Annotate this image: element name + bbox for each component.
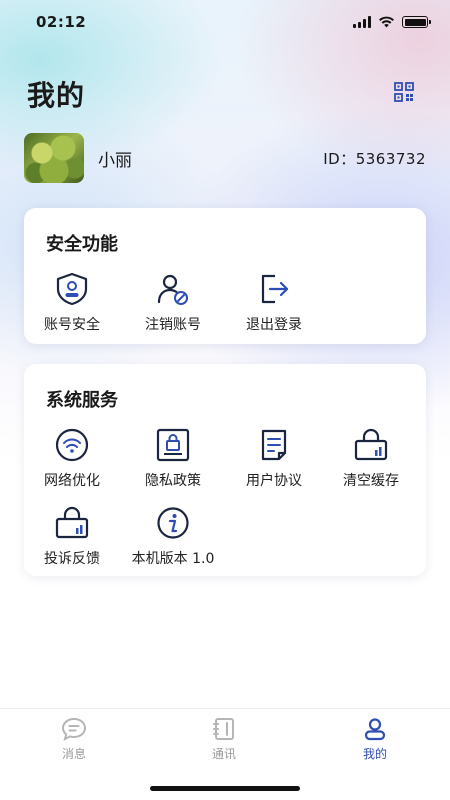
tab-mine[interactable]: 我的 [325,717,425,762]
shield-user-icon [55,272,89,306]
wifi-icon [55,428,89,462]
tab-contacts-label: 通讯 [211,747,236,761]
security-card-title: 安全功能 [46,234,118,255]
chat-icon [61,717,87,741]
document-icon [257,428,291,462]
logout-button[interactable]: 退出登录 [224,272,324,334]
status-bar: 02:12 [0,0,450,44]
lock-bag-icon [55,506,89,540]
account-security-label: 账号安全 [44,317,100,333]
wifi-icon [379,16,394,28]
cancel-account-button[interactable]: 注销账号 [123,272,223,334]
clear-cache-button[interactable]: 清空缓存 [321,428,421,490]
complaint-feedback-button[interactable]: 投诉反馈 [22,506,122,568]
qr-code-icon[interactable] [394,82,414,102]
tab-contacts[interactable]: 通讯 [174,717,274,762]
privacy-policy-label: 隐私政策 [145,473,201,489]
user-id: ID：5363732 [323,149,426,168]
app-version-label: 本机版本 1.0 [131,551,215,567]
services-card: 系统服务 网络优化 隐私政策 用户协议 清空缓存 投诉反馈 本机版本 1.0 [24,364,426,576]
app-version-button[interactable]: 本机版本 1.0 [123,506,223,568]
home-indicator [150,786,300,791]
network-optimize-button[interactable]: 网络优化 [22,428,122,490]
lock-bag-icon [354,428,388,462]
user-remove-icon [156,272,190,306]
account-security-button[interactable]: 账号安全 [22,272,122,334]
user-agreement-label: 用户协议 [246,473,302,489]
network-optimize-label: 网络优化 [44,473,100,489]
user-name: 小丽 [98,150,132,171]
logout-icon [257,272,291,306]
user-agreement-button[interactable]: 用户协议 [224,428,324,490]
privacy-policy-button[interactable]: 隐私政策 [123,428,223,490]
logout-label: 退出登录 [246,317,302,333]
status-icons [353,16,431,28]
battery-icon [402,16,431,28]
contacts-book-icon [213,718,234,740]
status-time: 02:12 [36,13,87,31]
profile-row[interactable]: 小丽 ID：5363732 [24,132,426,184]
cancel-account-label: 注销账号 [145,317,201,333]
page-title: 我的 [27,79,86,112]
tab-messages[interactable]: 消息 [24,717,124,762]
tab-mine-label: 我的 [362,747,387,761]
clear-cache-label: 清空缓存 [343,473,399,489]
tab-messages-label: 消息 [61,747,86,761]
services-card-title: 系统服务 [46,390,118,411]
info-icon [156,506,190,540]
user-icon [364,718,386,741]
avatar[interactable] [24,133,84,183]
privacy-lock-icon [156,428,190,462]
signal-icon [353,16,371,28]
security-card: 安全功能 账号安全 注销账号 退出登录 [24,208,426,344]
complaint-feedback-label: 投诉反馈 [44,551,100,567]
